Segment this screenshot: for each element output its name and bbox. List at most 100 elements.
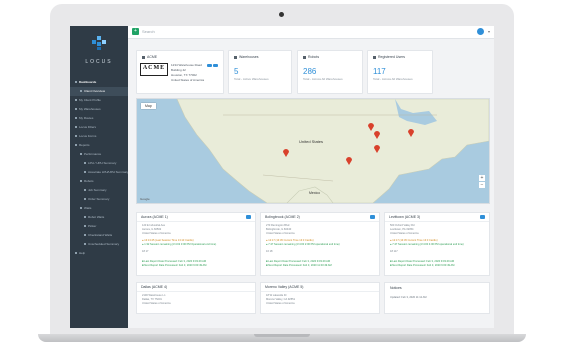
warehouses-count: 5: [234, 67, 239, 76]
notices-title: Notices: [390, 286, 402, 290]
site-address: United States of America: [266, 232, 295, 235]
users-count: 117: [373, 67, 386, 76]
users-sub: Total - Across All Warehouses: [373, 77, 413, 81]
site-address: United States of America: [266, 302, 295, 305]
bullet-icon: [75, 126, 77, 129]
sidebar-item-label: Order Summary: [88, 197, 110, 201]
sidebar-item-picker[interactable]: Picker: [70, 222, 128, 231]
sidebar-item-label: My Warehouses: [79, 107, 101, 111]
site-stats: 18 17: [142, 250, 149, 253]
sidebar-item-my-client-profile[interactable]: My Client Profile: [70, 96, 128, 105]
laptop-frame: LOCUS Dashboards Client Overview My Client…: [50, 4, 514, 338]
locus-logo-icon[interactable]: [90, 34, 108, 52]
site-status-remaining: ● 1:32 Session remaining (3:4:02 3:00 PM…: [142, 243, 217, 246]
client-card-actions: [206, 54, 218, 72]
site-report-line: ■ Next Report Date Processed: Feb 3, 202…: [142, 264, 207, 267]
sidebar-item-label: Help: [79, 251, 86, 255]
bullet-icon: [84, 162, 86, 165]
chevron-down-icon[interactable]: ▾: [488, 28, 490, 35]
site-action-button[interactable]: [480, 215, 485, 219]
sidebar-item-locus-filters[interactable]: Locus Filters: [70, 123, 128, 132]
sidebar-item-dashboards[interactable]: Dashboards: [70, 78, 128, 87]
bullet-icon: [75, 135, 77, 138]
site-action-button[interactable]: [370, 215, 375, 219]
sidebar-item-label: Robot Waits: [88, 215, 105, 219]
logo-text: LOCUS: [85, 59, 113, 65]
bullet-icon: [84, 216, 86, 219]
notices-updated: Updated: Feb 3, 2020 11:12 AM: [390, 296, 427, 299]
bullet-icon: [84, 243, 86, 246]
bullet-icon: [75, 144, 77, 147]
sidebar-item-reports[interactable]: Reports: [70, 141, 128, 150]
site-card-moreno-valley[interactable]: Moreno Valley (ACME 5) 18 W Lakeside Dr …: [260, 282, 380, 314]
warehouse-map[interactable]: Map United States Mexico + − Google: [136, 98, 490, 204]
warehouses-title: Warehouses: [239, 55, 259, 59]
sidebar-item-unscheduled-summary[interactable]: Unscheduled Summary: [70, 240, 128, 249]
site-report-line: ■ Last Report Date Processed: Feb 3, 202…: [266, 260, 330, 263]
sidebar: LOCUS Dashboards Client Overview My Client…: [70, 26, 128, 328]
edit-icon[interactable]: [207, 64, 212, 67]
search-input[interactable]: Search: [142, 28, 155, 35]
site-address: 123 E Industrial Ave: [142, 224, 166, 227]
site-card-aurora[interactable]: Aurora (ACME 1) 123 E Industrial Ave Aur…: [136, 212, 256, 276]
map-pin-icon[interactable]: [407, 127, 415, 137]
map-pin-icon[interactable]: [282, 147, 290, 157]
map-canvas: [176, 99, 489, 203]
sidebar-item-job-summary[interactable]: Job Summary: [70, 186, 128, 195]
warehouse-icon: [234, 55, 237, 59]
site-card-dallas[interactable]: Dallas (ACME 4) 2100 Warehouse Ln Dallas…: [136, 282, 256, 314]
map-pin-icon[interactable]: [373, 143, 381, 153]
sidebar-item-my-routes[interactable]: My Routes: [70, 114, 128, 123]
sidebar-item-locus-forms[interactable]: Locus Forms: [70, 132, 128, 141]
client-address-line: Houston, TX 77002: [171, 73, 197, 77]
sidebar-item-label: Associate LPH/UPH Summary: [88, 170, 128, 174]
site-report-line: ■ Next Report Date Processed: Feb 3, 202…: [390, 264, 455, 267]
camera-dot: [279, 12, 284, 17]
sidebar-item-client-overview[interactable]: Client Overview: [70, 87, 128, 96]
bullet-icon: [80, 90, 82, 93]
warehouses-sub: Total - Active Warehouses: [234, 77, 269, 81]
laptop-notch: [254, 334, 310, 337]
client-address-line: Building 42: [171, 68, 186, 72]
avatar[interactable]: [477, 28, 484, 35]
client-card: ACME ACME 1234 Warehouse Road Building 4…: [136, 50, 224, 94]
sidebar-item-label: Robots: [84, 179, 94, 183]
sidebar-item-waits[interactable]: Waits: [70, 204, 128, 213]
sidebar-item-my-warehouses[interactable]: My Warehouses: [70, 105, 128, 114]
site-address: Dallas, TX 75201: [142, 298, 162, 301]
sidebar-item-robot-waits[interactable]: Robot Waits: [70, 213, 128, 222]
settings-icon[interactable]: [213, 64, 218, 67]
site-action-button[interactable]: [246, 215, 251, 219]
zoom-in-button[interactable]: +: [479, 175, 485, 181]
bullet-icon: [84, 234, 86, 237]
site-status-time: ● 12:17 (13:45 Current Time 13:3 Cardio): [266, 239, 314, 242]
users-title: Registered Users: [378, 55, 406, 59]
site-status-time: ● 12:17 (13:45 Current Time 13:3 Cardio): [390, 239, 438, 242]
robots-card[interactable]: Robots 286 Total - Across All Warehouses: [297, 50, 363, 94]
map-type-button[interactable]: Map: [141, 103, 156, 109]
sidebar-item-robots[interactable]: Robots: [70, 177, 128, 186]
sidebar-item-label: Unscheduled Summary: [88, 242, 120, 246]
sidebar-item-help[interactable]: Help: [70, 249, 128, 258]
sidebar-item-associate-lph-uph-summary[interactable]: Associate LPH/UPH Summary: [70, 168, 128, 177]
site-card-bolingbrook[interactable]: Bolingbrook (ACME 2) 273 Remington Blvd …: [260, 212, 380, 276]
notices-widget: Notices Updated: Feb 3, 2020 11:12 AM: [384, 282, 490, 314]
warehouses-card[interactable]: Warehouses 5 Total - Active Warehouses: [228, 50, 292, 94]
add-button[interactable]: +: [132, 28, 139, 35]
sidebar-item-checkstand-waits[interactable]: Checkstand Waits: [70, 231, 128, 240]
zoom-out-button[interactable]: −: [479, 182, 485, 188]
site-card-levittown[interactable]: Levittown (ACME 3) 500 Oxford Valley Rd …: [384, 212, 490, 276]
map-pin-icon[interactable]: [373, 129, 381, 139]
sidebar-item-performance[interactable]: Performance: [70, 150, 128, 159]
users-card[interactable]: Registered Users 117 Total - Across All …: [367, 50, 433, 94]
sidebar-item-lph-uph-summary[interactable]: LPH / UPH Summary: [70, 159, 128, 168]
sidebar-item-order-summary[interactable]: Order Summary: [70, 195, 128, 204]
client-address-line: 1234 Warehouse Road: [171, 63, 202, 67]
site-address: 273 Remington Blvd: [266, 224, 290, 227]
map-pin-icon[interactable]: [345, 155, 353, 165]
sidebar-item-label: Locus Forms: [79, 134, 97, 138]
site-report-line: ■ Last Report Date Processed: Feb 3, 202…: [390, 260, 454, 263]
sidebar-item-label: Dashboards: [79, 80, 97, 84]
sidebar-item-label: Waits: [84, 206, 92, 210]
laptop-bezel: [50, 4, 514, 26]
